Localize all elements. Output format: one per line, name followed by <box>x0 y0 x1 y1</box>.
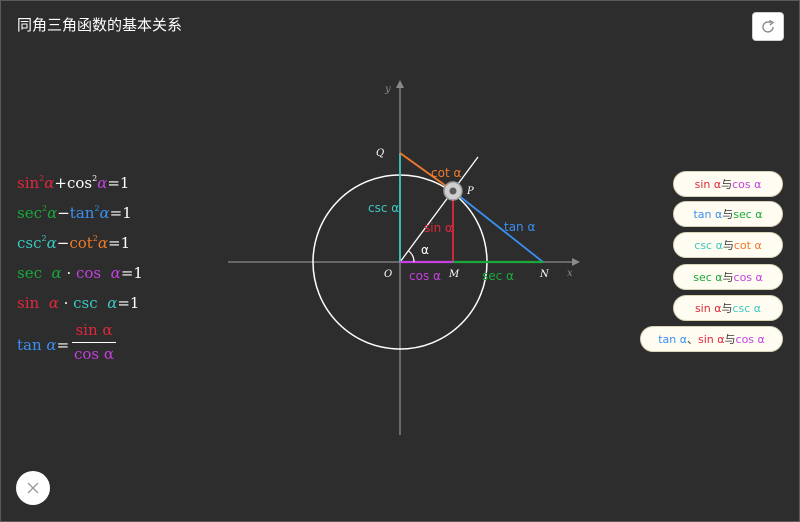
y-axis-arrow <box>396 80 404 88</box>
point-q-label: Q <box>376 148 384 159</box>
close-button[interactable] <box>16 471 50 505</box>
alpha-label: α <box>421 243 429 257</box>
close-icon <box>27 482 39 494</box>
point-p-label: P <box>466 186 474 197</box>
point-o-label: O <box>384 269 392 280</box>
point-n-label: N <box>539 269 550 280</box>
point-p-center <box>449 187 457 195</box>
unit-circle-diagram: x y O P Q M N sin α cos α tan α sec α cs… <box>228 80 580 435</box>
csc-label: csc α <box>368 201 399 215</box>
cot-label: cot α <box>431 166 461 180</box>
y-axis-label: y <box>384 84 391 95</box>
sec-label: sec α <box>482 269 514 283</box>
cos-label: cos α <box>409 269 441 283</box>
point-m-label: M <box>448 269 460 280</box>
x-axis-label: x <box>567 268 573 279</box>
tan-label: tan α <box>504 220 535 234</box>
angle-arc <box>408 250 415 263</box>
x-axis-arrow <box>572 258 580 266</box>
sin-label: sin α <box>424 221 453 235</box>
